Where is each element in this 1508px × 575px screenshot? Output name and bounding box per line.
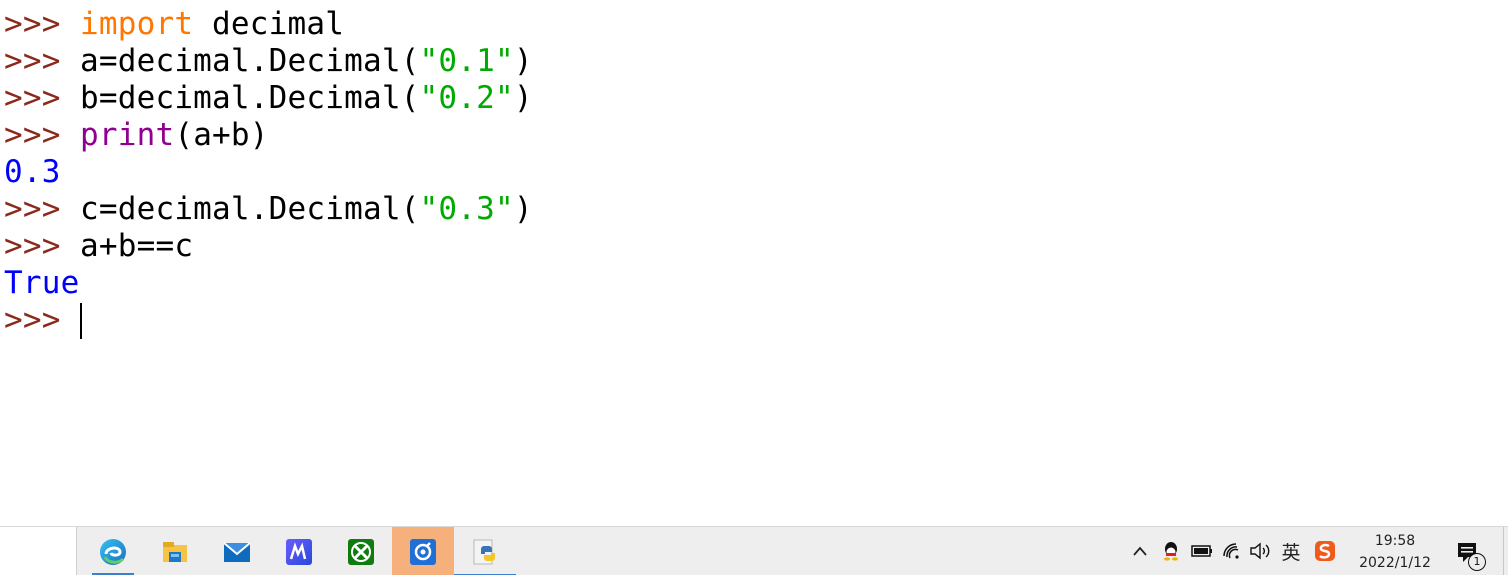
edge-icon: [100, 538, 126, 565]
code-token: a+b==c: [80, 228, 194, 264]
code-token: ): [513, 80, 533, 116]
code-builtin-token: print: [80, 117, 175, 153]
code-str-token: "0.3": [419, 191, 514, 227]
shell-prompt: >>>: [4, 228, 80, 264]
code-token: decimal: [193, 6, 345, 42]
taskbar-m-app-button[interactable]: [268, 527, 330, 575]
output-text: True: [4, 265, 80, 301]
shell-input-line: >>> import decimal: [4, 6, 1508, 43]
shell-prompt: >>>: [4, 117, 80, 153]
shell-prompt: >>>: [4, 302, 80, 338]
code-token: c=decimal.Decimal(: [80, 191, 420, 227]
code-token: ): [513, 191, 533, 227]
taskbar: 英 19:58 2022/1/12 1: [0, 526, 1508, 575]
file-explorer-icon: [163, 541, 187, 562]
taskbar-explorer-button[interactable]: [144, 527, 206, 575]
code-str-token: "0.1": [419, 43, 514, 79]
taskbar-python-button[interactable]: [454, 527, 516, 575]
taskbar-mail-button[interactable]: [206, 527, 268, 575]
shell-prompt: >>>: [4, 43, 80, 79]
notification-count-badge: 1: [1468, 553, 1486, 571]
wifi-icon[interactable]: [1220, 539, 1244, 563]
taskbar-search-area[interactable]: [0, 527, 77, 575]
qq-icon[interactable]: [1160, 539, 1182, 563]
code-kw-token: import: [80, 6, 194, 42]
code-token: b=decimal.Decimal(: [80, 80, 420, 116]
volume-icon[interactable]: [1248, 539, 1272, 563]
shell-prompt: >>>: [4, 6, 80, 42]
app-m-icon: [286, 538, 312, 565]
shell-input-line: >>> a+b==c: [4, 228, 1508, 265]
code-token: a=decimal.Decimal(: [80, 43, 420, 79]
output-text: 0.3: [4, 154, 61, 190]
shell-input-line: >>> b=decimal.Decimal("0.2"): [4, 80, 1508, 117]
action-center-button[interactable]: 1: [1452, 537, 1486, 571]
code-str-token: "0.2": [419, 80, 514, 116]
taskbar-xbox-button[interactable]: [330, 527, 392, 575]
clock-time: 19:58: [1374, 533, 1416, 549]
battery-icon[interactable]: [1190, 539, 1214, 563]
xbox-icon: [348, 538, 374, 565]
shell-input-line: >>> a=decimal.Decimal("0.1"): [4, 43, 1508, 80]
ime-label: 英: [1281, 541, 1301, 564]
clock-date: 2022/1/12: [1359, 555, 1431, 571]
python-shell[interactable]: >>> import decimal >>> a=decimal.Decimal(…: [0, 0, 1508, 526]
shell-prompt: >>>: [4, 80, 80, 116]
taskbar-edge-button[interactable]: [82, 527, 144, 575]
code-token: (a+b): [174, 117, 269, 153]
python-idle-icon: [473, 539, 495, 564]
code-token: ): [513, 43, 533, 79]
taskbar-music-button[interactable]: [392, 527, 454, 575]
ime-indicator[interactable]: 英: [1278, 539, 1304, 564]
text-cursor: [80, 302, 82, 339]
show-desktop-button[interactable]: [1503, 527, 1508, 575]
shell-input-line: >>> print (a+b): [4, 117, 1508, 154]
tray-chevron-up-icon[interactable]: [1130, 539, 1150, 563]
shell-prompt: >>>: [4, 191, 80, 227]
mail-icon: [223, 541, 251, 562]
shell-input-line: >>>: [4, 302, 1508, 339]
music-player-icon: [410, 538, 436, 565]
taskbar-clock[interactable]: 19:58 2022/1/12: [1350, 530, 1440, 574]
shell-output-line: 0.3: [4, 154, 1508, 191]
shell-input-line: >>> c=decimal.Decimal("0.3"): [4, 191, 1508, 228]
shell-output-line: True: [4, 265, 1508, 302]
sogou-icon[interactable]: [1312, 539, 1338, 563]
